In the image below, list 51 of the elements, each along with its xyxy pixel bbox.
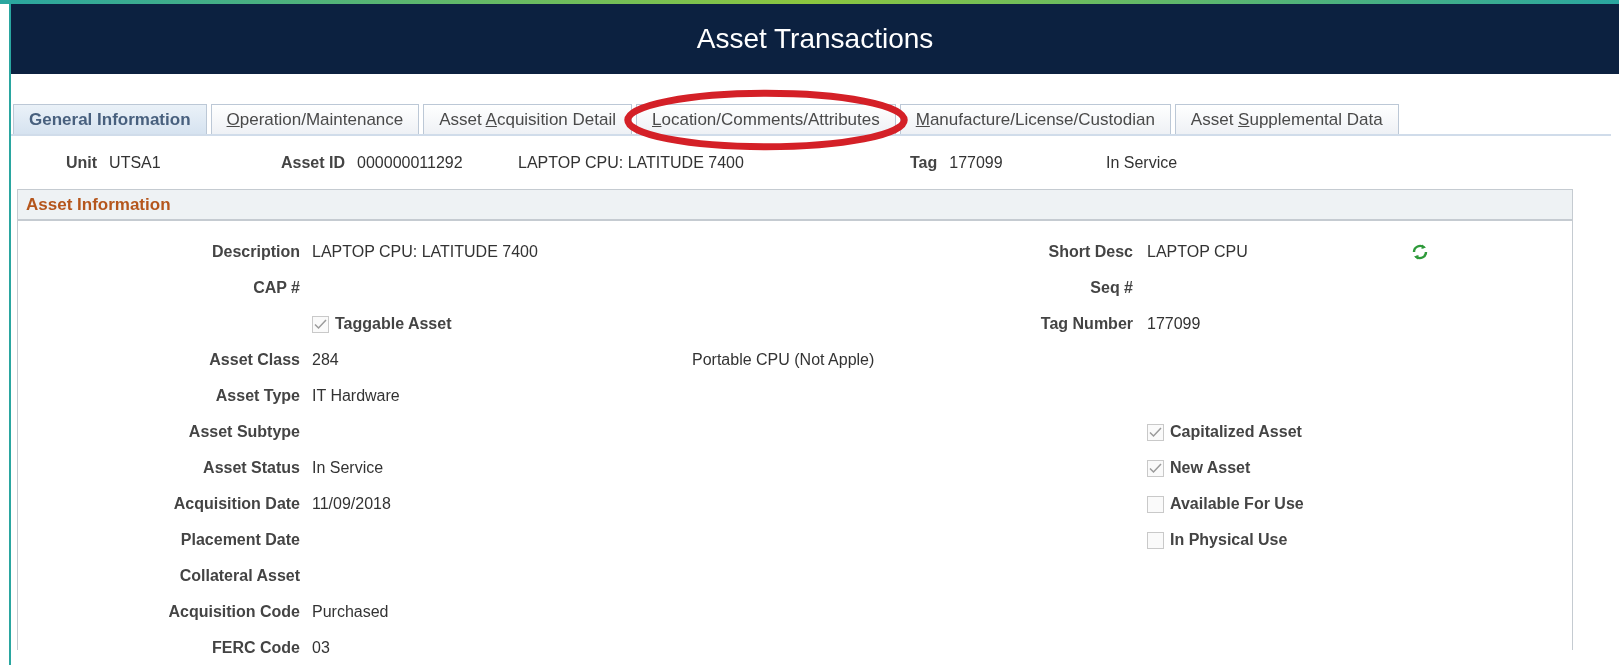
field-label: Acquisition Date	[172, 495, 301, 513]
field-value: LAPTOP CPU: LATITUDE 7400	[518, 154, 744, 173]
checkbox-label: New Asset	[1170, 459, 1251, 477]
field-label: Description	[211, 243, 301, 261]
field-value: 177099	[1147, 315, 1201, 332]
checkbox[interactable]	[1147, 495, 1164, 513]
checkbox[interactable]	[312, 315, 329, 333]
checkbox[interactable]	[1147, 423, 1164, 441]
field-value: Purchased	[312, 603, 389, 620]
field-label: Asset Class	[208, 351, 301, 369]
field-label: FERC Code	[211, 639, 301, 657]
field-label: Collateral Asset	[178, 567, 301, 585]
checkbox-label: Available For Use	[1170, 495, 1304, 513]
checkbox[interactable]	[1147, 459, 1164, 477]
field-value: 000000011292	[357, 154, 463, 173]
field-label: CAP #	[252, 279, 301, 297]
field-value: 11/09/2018	[312, 495, 391, 512]
field-label: Short Desc	[1047, 243, 1134, 261]
field-label: Asset Subtype	[187, 423, 301, 441]
field-value: 03	[312, 639, 330, 656]
field-value: In Service	[1106, 154, 1178, 173]
field-value: UTSA1	[109, 154, 161, 173]
field-value: In Service	[312, 459, 384, 476]
field-label: Tag Number	[1039, 315, 1134, 333]
field-value: 284	[312, 351, 339, 368]
field-label: Asset Type	[214, 387, 301, 405]
section-title: Asset Information	[26, 194, 171, 215]
field-label: Seq #	[1089, 279, 1134, 297]
checkbox[interactable]	[1147, 531, 1164, 549]
field-value: Portable CPU (Not Apple)	[692, 351, 875, 368]
tab[interactable]: Operation/Maintenance	[210, 104, 420, 134]
field-value: 177099	[949, 154, 1003, 173]
refresh-icon[interactable]	[1411, 243, 1429, 261]
field-value: LAPTOP CPU	[1147, 243, 1248, 260]
field-label: Asset ID	[281, 154, 346, 173]
field-value: LAPTOP CPU: LATITUDE 7400	[312, 243, 538, 260]
field-label: Placement Date	[179, 531, 301, 549]
tab[interactable]: Manufacture/License/Custodian	[899, 104, 1171, 134]
field-label: Tag	[910, 154, 938, 173]
window-title: Asset Transactions	[696, 23, 934, 55]
tab[interactable]: General Information	[13, 104, 207, 134]
checkbox-label: Taggable Asset	[335, 315, 452, 333]
tab[interactable]: Location/Comments/Attributes	[636, 104, 896, 134]
field-label: Acquisition Code	[167, 603, 301, 621]
field-value: IT Hardware	[312, 387, 400, 404]
checkbox-label: In Physical Use	[1170, 531, 1288, 549]
field-label: Unit	[66, 154, 98, 173]
tab[interactable]: Asset Acquisition Detail	[423, 104, 632, 134]
checkbox-label: Capitalized Asset	[1170, 423, 1302, 441]
tab[interactable]: Asset Supplemental Data	[1174, 104, 1399, 134]
field-label: Asset Status	[202, 459, 301, 477]
